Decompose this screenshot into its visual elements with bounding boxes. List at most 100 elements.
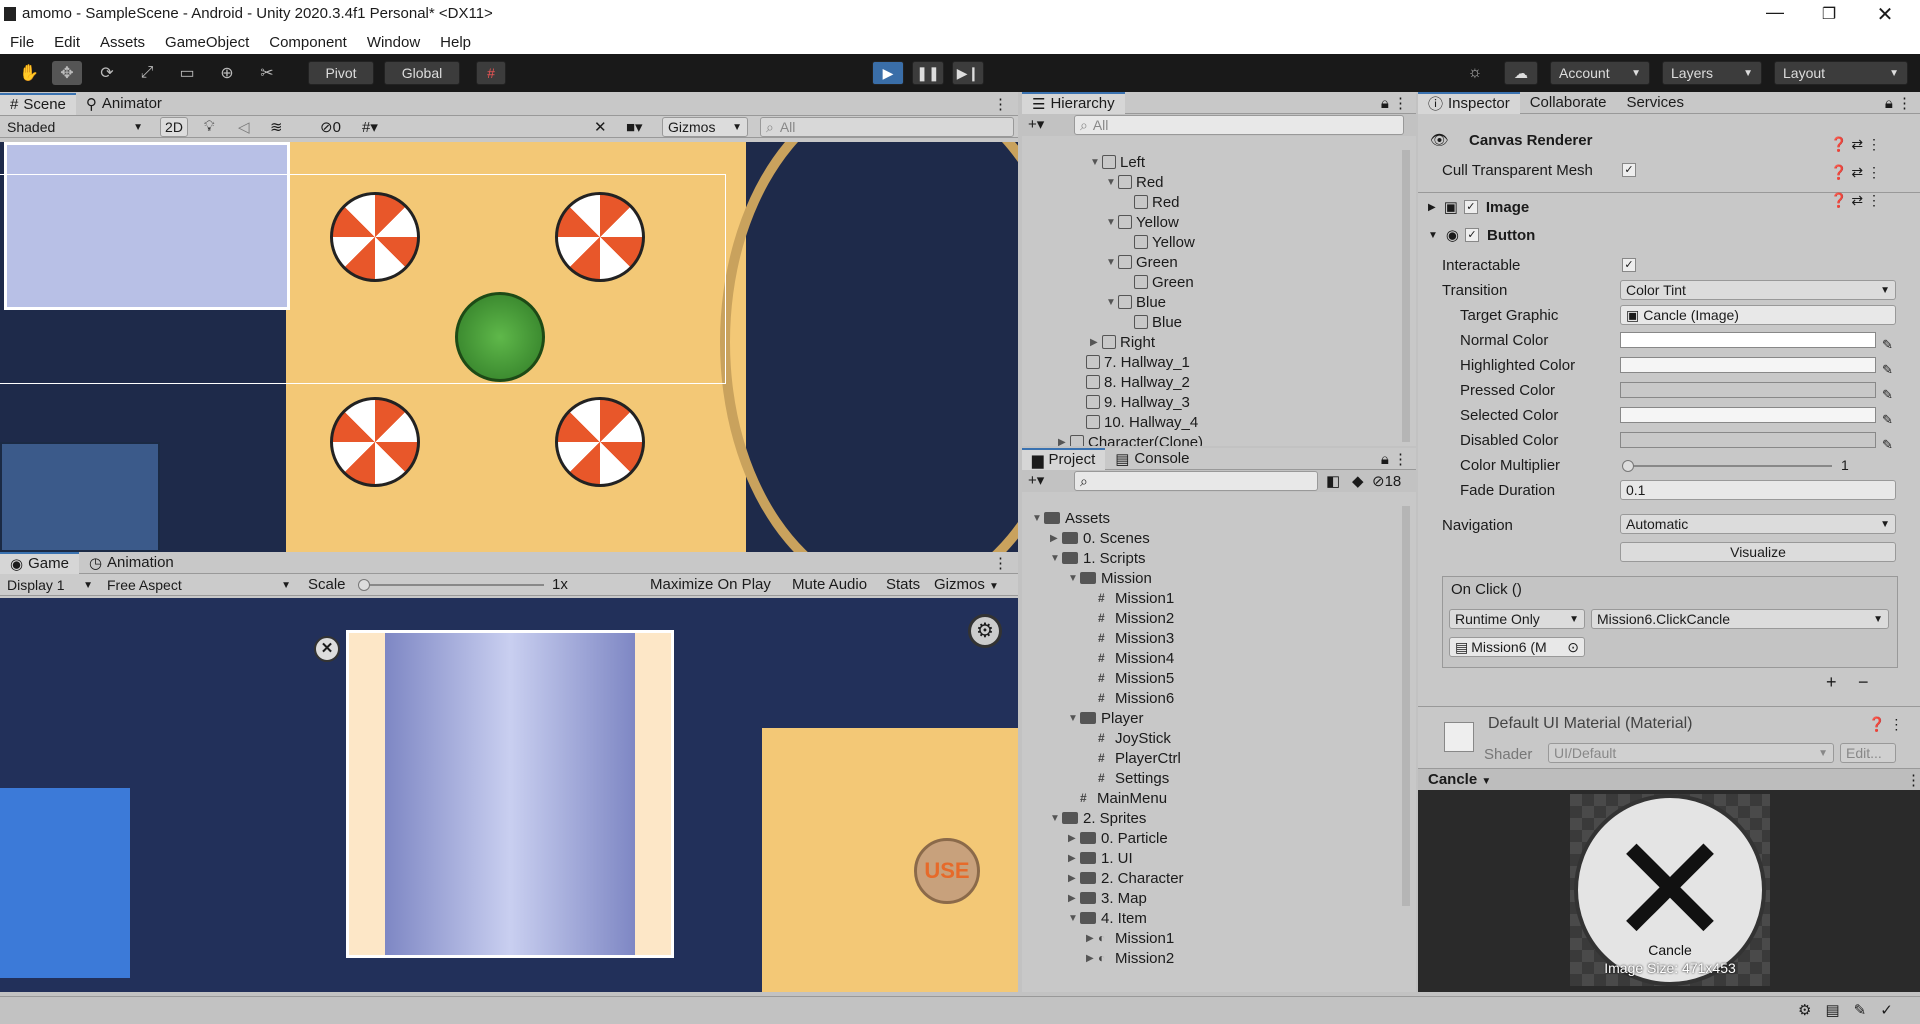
move-tool-icon[interactable]: ✥ xyxy=(52,61,82,85)
scene-search-input[interactable]: ⌕ All xyxy=(760,117,1014,137)
multiplier-input[interactable]: 1 xyxy=(1836,455,1896,475)
fade-duration-input[interactable]: 0.1 xyxy=(1620,480,1896,500)
cloud-button[interactable]: ☁ xyxy=(1504,61,1538,85)
close-window-button[interactable]: ✕ xyxy=(1872,2,1898,26)
rect-tool-icon[interactable]: ▭ xyxy=(172,61,202,85)
menu-assets[interactable]: Assets xyxy=(90,34,155,51)
grid-toggle-icon[interactable]: #▾ xyxy=(362,118,378,136)
display-dropdown[interactable]: Display 1 ▼ xyxy=(2,575,98,595)
pivot-toggle[interactable]: Pivot xyxy=(308,61,374,85)
collapse-arrow-icon[interactable]: ▼ xyxy=(1032,513,1044,524)
maximize-on-play-toggle[interactable]: Maximize On Play xyxy=(650,576,771,593)
project-item[interactable]: ▼ 4. Item xyxy=(1068,908,1147,928)
hierarchy-item[interactable]: Green xyxy=(1122,272,1194,292)
project-item[interactable]: # JoyStick xyxy=(1086,728,1171,748)
menu-edit[interactable]: Edit xyxy=(44,34,90,51)
filter-type-icon[interactable]: ◧ xyxy=(1326,472,1340,490)
grid-snap-icon[interactable]: # xyxy=(476,61,506,85)
button-enabled-checkbox[interactable]: ✓ xyxy=(1465,228,1479,242)
hand-tool-icon[interactable]: ✋ xyxy=(14,61,44,85)
panel-menu-icon[interactable]: ⋮ xyxy=(993,95,1018,113)
project-item[interactable]: # PlayerCtrl xyxy=(1086,748,1181,768)
expand-arrow-icon[interactable]: ▶ xyxy=(1068,853,1080,864)
hierarchy-item[interactable]: ▼ Green xyxy=(1106,252,1178,272)
expand-arrow-icon[interactable]: ▶ xyxy=(1086,953,1098,964)
hierarchy-item[interactable]: 8. Hallway_2 xyxy=(1074,372,1190,392)
menu-gameobject[interactable]: GameObject xyxy=(155,34,259,51)
project-item[interactable]: ▶ 0. Scenes xyxy=(1050,528,1150,548)
collapse-arrow-icon[interactable]: ▼ xyxy=(1050,813,1062,824)
project-item[interactable]: ▼ Mission xyxy=(1068,568,1152,588)
gizmos-dropdown[interactable]: Gizmos ▼ xyxy=(662,117,748,137)
tools-icon[interactable]: ✕ xyxy=(594,118,607,136)
project-item[interactable]: # MainMenu xyxy=(1068,788,1167,808)
hierarchy-item[interactable]: ▼ Yellow xyxy=(1106,212,1179,232)
use-button[interactable]: USE xyxy=(914,838,980,904)
hierarchy-item[interactable]: Red xyxy=(1122,192,1180,212)
collapse-arrow-icon[interactable]: ▼ xyxy=(1106,177,1118,188)
hierarchy-item[interactable]: ▼ Red xyxy=(1106,172,1164,192)
project-item[interactable]: ▼ Player xyxy=(1068,708,1144,728)
mute-audio-toggle[interactable]: Mute Audio xyxy=(792,576,867,593)
account-dropdown[interactable]: Account ▼ xyxy=(1550,61,1650,85)
selected-color-swatch[interactable] xyxy=(1620,407,1876,423)
game-viewport[interactable]: ✕ ⚙ USE xyxy=(0,598,1018,992)
pause-button[interactable]: ❚❚ xyxy=(912,61,944,85)
tab-project[interactable]: ▆ Project xyxy=(1022,448,1106,470)
lock-icon[interactable]: 🔒︎ ⋮ xyxy=(1381,450,1416,468)
project-item[interactable]: ▼ Assets xyxy=(1032,508,1110,528)
audio-icon[interactable]: ◁ xyxy=(238,118,250,136)
onclick-object-field[interactable]: ▤ Mission6 (M ⊙ xyxy=(1449,637,1585,657)
transition-dropdown[interactable]: Color Tint ▼ xyxy=(1620,280,1896,300)
expand-arrow-icon[interactable]: ▶ xyxy=(1090,337,1102,348)
global-toggle[interactable]: Global xyxy=(384,61,460,85)
hierarchy-item[interactable]: ▼ Left xyxy=(1090,152,1145,172)
expand-arrow-icon[interactable]: ▶ xyxy=(1086,933,1098,944)
2d-toggle[interactable]: 2D xyxy=(160,117,188,137)
project-item[interactable]: # Mission5 xyxy=(1086,668,1174,688)
expand-arrow-icon[interactable]: ▶ xyxy=(1068,893,1080,904)
tab-scene[interactable]: # Scene xyxy=(0,92,76,115)
normal-color-swatch[interactable] xyxy=(1620,332,1876,348)
custom-tool-icon[interactable]: ✂ xyxy=(252,61,282,85)
scale-slider-handle[interactable] xyxy=(358,579,370,591)
project-item[interactable]: # Mission2 xyxy=(1086,608,1174,628)
canvas-renderer-header[interactable]: 👁︎ Canvas Renderer xyxy=(1430,130,1592,150)
cull-checkbox[interactable]: ✓ xyxy=(1622,163,1636,177)
project-item[interactable]: ▼ 1. Scripts xyxy=(1050,548,1146,568)
project-item[interactable]: # Settings xyxy=(1086,768,1169,788)
aspect-dropdown[interactable]: Free Aspect ▼ xyxy=(102,575,296,595)
image-enabled-checkbox[interactable]: ✓ xyxy=(1463,200,1478,214)
collapse-arrow-icon[interactable]: ▼ xyxy=(1106,297,1118,308)
shader-edit-button[interactable]: Edit... xyxy=(1840,743,1896,763)
highlighted-color-swatch[interactable] xyxy=(1620,357,1876,373)
status-icons[interactable]: ⚙▤✎✓ xyxy=(1798,1001,1907,1019)
create-asset-button[interactable]: +▾ xyxy=(1028,471,1044,489)
project-item[interactable]: # Mission4 xyxy=(1086,648,1174,668)
collapse-arrow-icon[interactable]: ▼ xyxy=(1106,257,1118,268)
expand-arrow-icon[interactable]: ▶ xyxy=(1050,533,1062,544)
eyedropper-icons[interactable]: ✎ ✎ ✎ ✎ ✎ xyxy=(1882,332,1893,457)
handler-dropdown[interactable]: Mission6.ClickCancle ▼ xyxy=(1591,609,1889,629)
lighting-icon[interactable]: 💡︎ xyxy=(204,118,215,135)
expand-arrow-icon[interactable]: ▶ xyxy=(1068,833,1080,844)
expand-arrow-icon[interactable]: ▶ xyxy=(1068,873,1080,884)
collapse-arrow-icon[interactable]: ▼ xyxy=(1090,157,1102,168)
remove-event-button[interactable]: − xyxy=(1858,672,1869,693)
collapse-arrow-icon[interactable]: ▼ xyxy=(1106,217,1118,228)
collapse-arrow-icon[interactable]: ▼ xyxy=(1068,573,1080,584)
settings-gear-icon[interactable]: ⚙ xyxy=(968,614,1002,648)
stats-toggle[interactable]: Stats xyxy=(886,576,920,593)
hierarchy-item[interactable]: Blue xyxy=(1122,312,1182,332)
project-scrollbar[interactable] xyxy=(1402,506,1410,906)
layers-dropdown[interactable]: Layers ▼ xyxy=(1662,61,1762,85)
expand-arrow-icon[interactable]: ▶ xyxy=(1058,437,1070,447)
menu-help[interactable]: Help xyxy=(430,34,481,51)
tab-console[interactable]: ▤ Console xyxy=(1105,448,1199,470)
camera-icon[interactable]: ■▾ xyxy=(626,118,643,136)
tab-animator[interactable]: ⚲ Animator xyxy=(76,93,172,115)
add-event-button[interactable]: + xyxy=(1826,672,1837,693)
shading-dropdown[interactable]: Shaded ▼ xyxy=(2,117,148,137)
hidden-packages-icon[interactable]: ⊘18 xyxy=(1372,472,1401,490)
project-item[interactable]: # Mission6 xyxy=(1086,688,1174,708)
